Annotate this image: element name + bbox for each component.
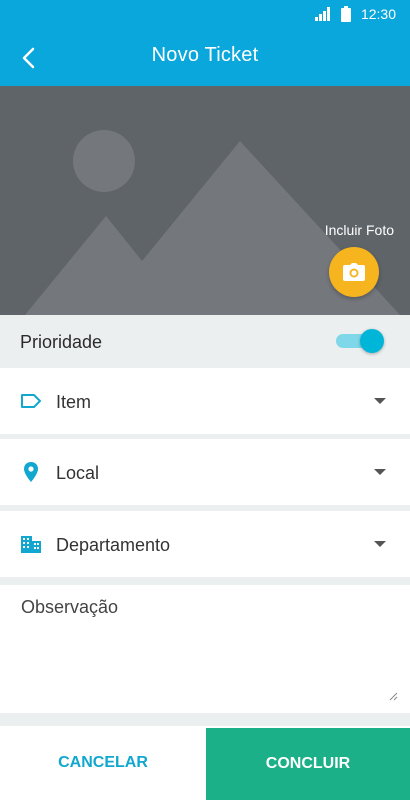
department-select[interactable]: Departamento	[0, 511, 410, 577]
item-label: Item	[56, 392, 92, 412]
cancel-button[interactable]: CANCELAR	[0, 726, 206, 800]
camera-icon	[343, 263, 365, 281]
action-bar: CANCELAR CONCLUIR	[0, 726, 410, 800]
caret-down-icon	[374, 398, 386, 404]
item-select[interactable]: Item	[0, 368, 410, 434]
building-icon	[21, 536, 41, 553]
status-icons: 12:30	[314, 5, 396, 23]
priority-label: Prioridade	[20, 332, 103, 352]
status-time: 12:30	[360, 6, 396, 22]
observation-area	[0, 585, 410, 713]
battery-icon	[340, 6, 351, 22]
department-label: Departamento	[56, 535, 171, 555]
signal-icon	[314, 7, 330, 21]
priority-row: Prioridade	[0, 315, 410, 367]
add-photo-button[interactable]	[329, 247, 379, 297]
include-photo-label: Incluir Foto	[324, 222, 394, 238]
app-bar: Novo Ticket	[0, 28, 410, 86]
local-label: Local	[56, 463, 100, 483]
resize-grip-icon[interactable]	[388, 691, 398, 701]
tag-icon	[21, 394, 41, 408]
status-bar: 12:30	[0, 0, 410, 28]
location-pin-icon	[24, 462, 38, 482]
local-select[interactable]: Local	[0, 439, 410, 505]
page-title: Novo Ticket	[151, 44, 259, 66]
caret-down-icon	[374, 541, 386, 547]
caret-down-icon	[374, 469, 386, 475]
observation-input[interactable]	[0, 585, 410, 713]
priority-toggle[interactable]	[336, 329, 384, 353]
toggle-thumb	[360, 329, 384, 353]
confirm-button[interactable]: CONCLUIR	[206, 728, 410, 800]
